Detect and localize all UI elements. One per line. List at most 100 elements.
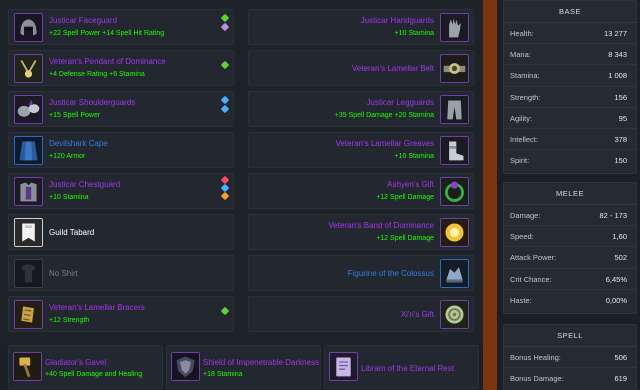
gem-icon xyxy=(220,13,230,23)
belt-icon xyxy=(440,54,469,83)
item-stats: +120 Armor xyxy=(49,153,86,160)
item-stats: +15 Spell Power xyxy=(49,112,101,119)
trinket-icon xyxy=(440,300,469,329)
waist-slot[interactable]: Veteran's Lamellar Belt xyxy=(248,50,474,86)
main-hand-slot[interactable]: Gladiator's Gavel +40 Spell Damage and H… xyxy=(8,345,163,389)
stat-value: 378 xyxy=(614,134,627,144)
item-stats: +10 Stamina xyxy=(49,194,89,201)
gem-icon xyxy=(220,60,230,70)
stat-value: 150 xyxy=(614,156,627,166)
stat-value: 8 343 xyxy=(608,50,627,60)
gem-icon xyxy=(220,95,230,105)
item-name: Justicar Chestguard xyxy=(49,180,121,189)
stat-value: 156 xyxy=(614,92,627,102)
chest-icon xyxy=(14,177,43,206)
item-name: Guild Tabard xyxy=(49,228,95,237)
chest-slot[interactable]: Justicar Chestguard +10 Stamina xyxy=(8,173,234,209)
stat-row-attack-power: Attack Power: 502 xyxy=(504,247,636,269)
item-name: Veteran's Band of Dominance xyxy=(328,221,434,230)
shirt-slot[interactable]: No Shirt xyxy=(8,255,234,291)
trinket-slot-2[interactable]: Xi'ri's Gift xyxy=(248,296,474,332)
stat-value: 0,00% xyxy=(605,295,627,305)
cape-icon xyxy=(14,136,43,165)
feet-slot[interactable]: Veteran's Lamellar Greaves +10 Stamina xyxy=(248,132,474,168)
stat-row-stamina: Stamina: 1 008 xyxy=(504,65,636,87)
item-stats: +18 Stamina xyxy=(203,371,243,378)
head-slot[interactable]: Justicar Faceguard +22 Spell Power +14 S… xyxy=(8,9,234,45)
libram-icon xyxy=(329,352,358,381)
neck-slot[interactable]: Veteran's Pendant of Dominance +4 Defens… xyxy=(8,50,234,86)
pendant-icon xyxy=(14,54,43,83)
ring-icon xyxy=(440,218,469,247)
stat-row-spirit: Spirit: 150 xyxy=(504,150,636,171)
item-name: Xi'ri's Gift xyxy=(400,310,434,319)
stat-label: Spirit: xyxy=(510,156,530,166)
shirt-icon xyxy=(14,259,43,288)
relic-slot[interactable]: Libram of the Eternal Rest xyxy=(324,345,479,389)
legs-icon xyxy=(440,95,469,124)
item-name: Libram of the Eternal Rest xyxy=(361,364,454,373)
stat-label: Strength: xyxy=(510,92,541,102)
gem-icon xyxy=(220,306,230,316)
stat-value: 82 - 173 xyxy=(599,211,627,220)
stat-value: 6,45% xyxy=(605,274,627,284)
stat-label: Speed: xyxy=(510,232,534,242)
item-name: Veteran's Lamellar Greaves xyxy=(335,139,434,148)
gem-sockets xyxy=(220,13,230,33)
finger-slot-2[interactable]: Veteran's Band of Dominance +12 Spell Da… xyxy=(248,214,474,250)
divider xyxy=(483,0,497,390)
off-hand-slot[interactable]: Shield of Impenetrable Darkness +18 Stam… xyxy=(166,345,321,389)
gloves-icon xyxy=(440,13,469,42)
melee-stats-panel: MELEE Damage: 82 - 173 Speed: 1,60 Attack … xyxy=(503,182,637,314)
gem-sockets xyxy=(220,95,230,115)
stat-label: Bonus Damage: xyxy=(510,374,564,384)
base-stats-panel: BASE Health: 13 277 Mana: 8 343 Stamina: 1 … xyxy=(503,0,637,174)
stat-value: 1,60 xyxy=(612,232,627,242)
stat-value: 502 xyxy=(614,253,627,263)
item-stats: +35 Spell Damage +20 Stamina xyxy=(334,112,434,119)
panel-title: MELEE xyxy=(504,183,636,205)
stat-label: Attack Power: xyxy=(510,253,557,263)
gem-icon xyxy=(220,191,230,201)
stat-label: Damage: xyxy=(510,211,541,220)
stat-row-mana: Mana: 8 343 xyxy=(504,44,636,66)
shoulder-slot[interactable]: Justicar Shoulderguards +15 Spell Power xyxy=(8,91,234,127)
stat-label: Bonus Healing: xyxy=(510,353,561,362)
item-name: Veteran's Lamellar Bracers xyxy=(49,303,145,312)
legs-slot[interactable]: Justicar Legguards +35 Spell Damage +20 … xyxy=(248,91,474,127)
item-name: Justicar Legguards xyxy=(366,98,434,107)
wrist-slot[interactable]: Veteran's Lamellar Bracers +12 Strength xyxy=(8,296,234,332)
stat-row-bonus-damage: Bonus Damage: 619 xyxy=(504,368,636,389)
mace-icon xyxy=(13,352,42,381)
trinket-slot-1[interactable]: Figurine of the Colossus xyxy=(248,255,474,291)
stat-row-speed: Speed: 1,60 xyxy=(504,226,636,248)
stat-value: 13 277 xyxy=(604,29,627,38)
stat-value: 506 xyxy=(614,353,627,362)
tabard-icon xyxy=(14,218,43,247)
stat-row-strength: Strength: 156 xyxy=(504,87,636,108)
stat-row-crit-chance: Crit Chance: 6,45% xyxy=(504,269,636,290)
stat-row-damage: Damage: 82 - 173 xyxy=(504,205,636,227)
item-name: Shield of Impenetrable Darkness xyxy=(203,358,320,367)
stat-label: Stamina: xyxy=(510,71,540,81)
back-slot[interactable]: Devilshark Cape +120 Armor xyxy=(8,132,234,168)
stat-label: Agility: xyxy=(510,113,533,123)
item-name: Veteran's Pendant of Dominance xyxy=(49,57,166,66)
item-name: Justicar Handguards xyxy=(360,16,434,25)
stat-row-bonus-healing: Bonus Healing: 506 xyxy=(504,347,636,369)
finger-slot-1[interactable]: Ashyen's Gift +12 Spell Damage xyxy=(248,173,474,209)
gem-icon xyxy=(220,22,230,32)
item-name: Ashyen's Gift xyxy=(387,180,434,189)
stat-value: 1 008 xyxy=(608,71,627,81)
tabard-slot[interactable]: Guild Tabard xyxy=(8,214,234,250)
item-name: No Shirt xyxy=(49,269,78,278)
stat-label: Haste: xyxy=(510,295,532,305)
stat-row-haste: Haste: 0,00% xyxy=(504,290,636,311)
ring-icon xyxy=(440,177,469,206)
hands-slot[interactable]: Justicar Handguards +10 Stamina xyxy=(248,9,474,45)
weapon-row: Gladiator's Gavel +40 Spell Damage and H… xyxy=(0,345,483,390)
stat-label: Health: xyxy=(510,29,534,38)
item-name: Veteran's Lamellar Belt xyxy=(351,64,434,73)
stat-row-health: Health: 13 277 xyxy=(504,23,636,45)
item-stats: +10 Stamina xyxy=(394,153,435,160)
